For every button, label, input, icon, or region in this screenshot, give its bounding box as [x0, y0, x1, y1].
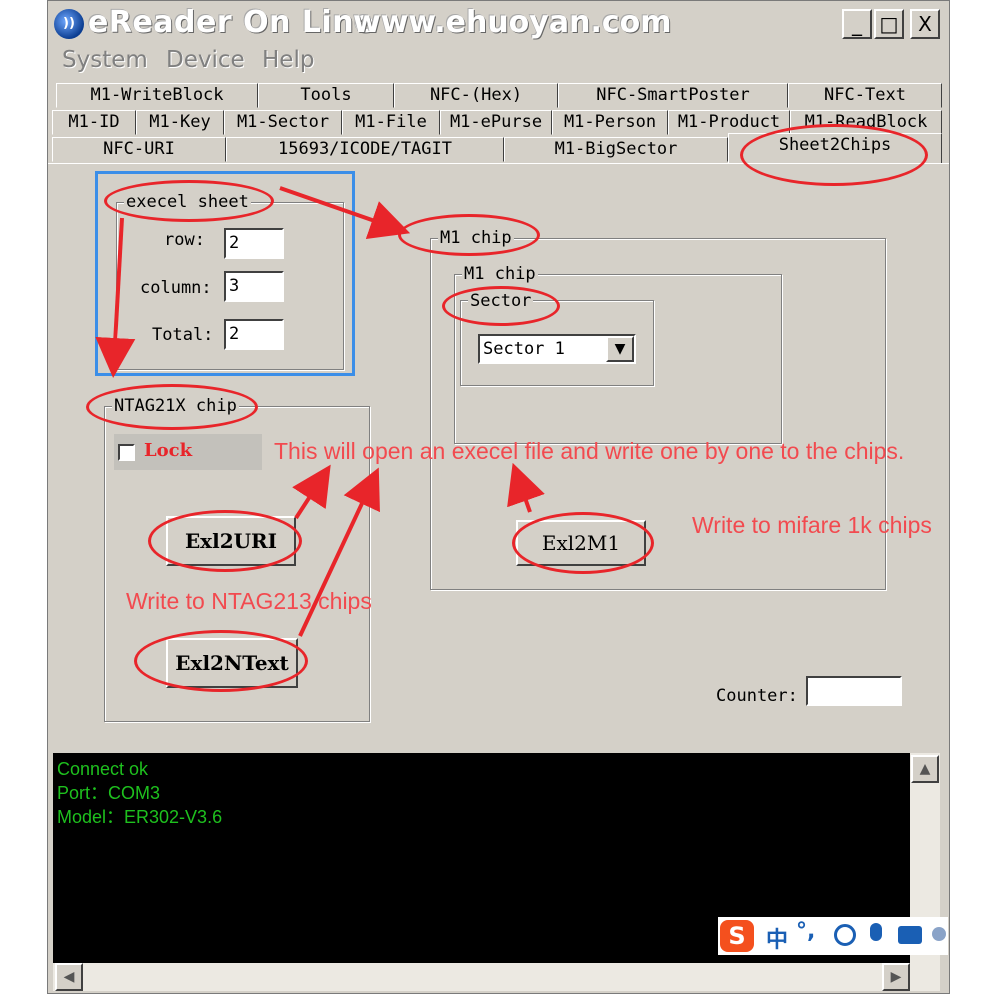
- ring-ntag21x: [86, 384, 258, 430]
- annotation-open-excel: This will open an execel file and write …: [274, 438, 905, 464]
- ring-exl2ntext: [134, 630, 308, 692]
- ring-excel-sheet: [104, 180, 274, 222]
- arrow-m1: [507, 462, 545, 513]
- annotation-ntag: Write to NTAG213 chips: [126, 588, 372, 614]
- ring-sheet2chips: [740, 124, 928, 186]
- arrow-uri: [292, 464, 331, 520]
- ring-m1-chip: [398, 214, 540, 256]
- arrow-to-m1: [279, 186, 411, 240]
- ring-exl2uri: [148, 510, 302, 572]
- annotation-mifare: Write to mifare 1k chips: [692, 512, 932, 538]
- ring-exl2m1: [512, 512, 654, 574]
- arrow-to-ntag: [95, 217, 136, 378]
- ring-sector: [442, 286, 560, 326]
